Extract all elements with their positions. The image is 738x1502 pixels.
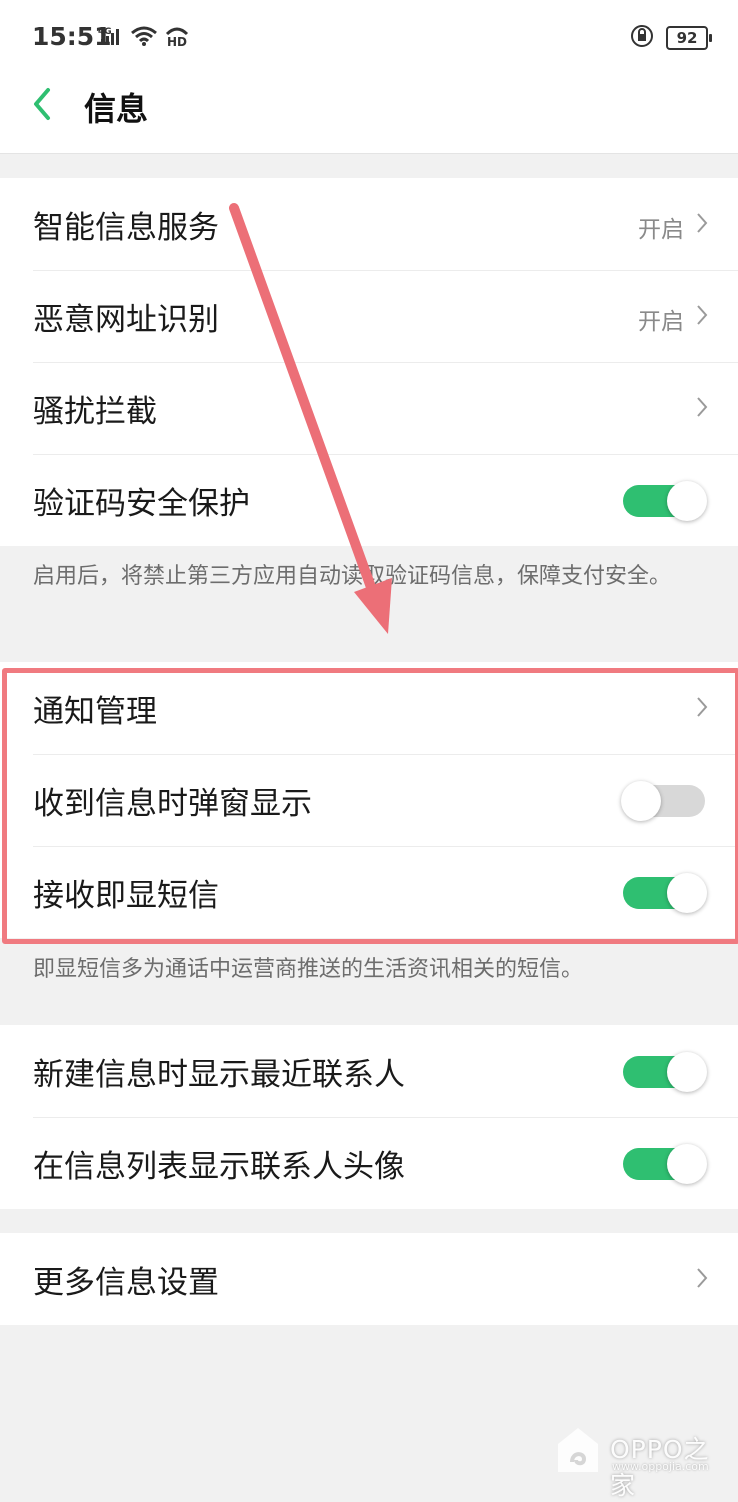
page-title: 信息 bbox=[84, 90, 149, 128]
row-label: 恶意网址识别 bbox=[33, 302, 219, 338]
row-label: 接收即显短信 bbox=[33, 878, 219, 914]
row-label: 骚扰拦截 bbox=[33, 394, 157, 430]
row-harassment-block[interactable]: 骚扰拦截 bbox=[0, 362, 738, 454]
verification-code-toggle[interactable] bbox=[623, 481, 707, 521]
oppo-home-logo-icon bbox=[558, 1428, 598, 1472]
wifi-icon bbox=[130, 25, 158, 47]
row-verification-code-protection: 验证码安全保护 bbox=[0, 454, 738, 546]
watermark: OPPO之家 www.oppojia.com bbox=[556, 1426, 726, 1500]
battery-icon: 92 bbox=[666, 26, 712, 50]
toggle-knob bbox=[667, 481, 707, 521]
flash-sms-toggle[interactable] bbox=[623, 873, 707, 913]
row-value: 开启 bbox=[638, 309, 684, 335]
chevron-right-icon bbox=[697, 397, 708, 417]
settings-group-notifications: 通知管理 收到信息时弹窗显示 接收即显短信 bbox=[0, 662, 738, 938]
back-button[interactable] bbox=[28, 84, 58, 124]
settings-group-more: 更多信息设置 bbox=[0, 1233, 738, 1325]
chevron-right-icon bbox=[697, 697, 708, 717]
row-value: 开启 bbox=[638, 217, 684, 243]
recent-contacts-toggle[interactable] bbox=[623, 1052, 707, 1092]
row-label: 验证码安全保护 bbox=[33, 486, 250, 522]
rotation-lock-icon bbox=[630, 24, 654, 52]
chevron-right-icon bbox=[697, 213, 708, 233]
row-show-recent-contacts: 新建信息时显示最近联系人 bbox=[0, 1025, 738, 1117]
row-show-contact-avatars: 在信息列表显示联系人头像 bbox=[0, 1117, 738, 1209]
nav-bar: 信息 bbox=[0, 76, 738, 154]
row-smart-message-service[interactable]: 智能信息服务 开启 bbox=[0, 178, 738, 270]
row-label: 通知管理 bbox=[33, 694, 157, 730]
settings-group-contacts: 新建信息时显示最近联系人 在信息列表显示联系人头像 bbox=[0, 1025, 738, 1209]
row-malicious-url-detection[interactable]: 恶意网址识别 开启 bbox=[0, 270, 738, 362]
status-icons: 4G HD bbox=[98, 24, 190, 48]
flash-sms-note: 即显短信多为通话中运营商推送的生活资讯相关的短信。 bbox=[33, 957, 584, 982]
chevron-right-icon bbox=[697, 305, 708, 325]
row-popup-on-receive: 收到信息时弹窗显示 bbox=[0, 754, 738, 846]
toggle-knob bbox=[621, 781, 661, 821]
row-more-message-settings[interactable]: 更多信息设置 bbox=[0, 1233, 738, 1325]
back-arrow-icon bbox=[34, 88, 50, 120]
settings-group-security: 智能信息服务 开启 恶意网址识别 开启 骚扰拦截 验证码安全保护 bbox=[0, 178, 738, 546]
row-label: 智能信息服务 bbox=[33, 210, 219, 246]
row-label: 收到信息时弹窗显示 bbox=[33, 786, 312, 822]
svg-text:HD: HD bbox=[167, 35, 187, 48]
row-label: 在信息列表显示联系人头像 bbox=[33, 1149, 405, 1185]
row-label: 新建信息时显示最近联系人 bbox=[33, 1057, 405, 1093]
row-label: 更多信息设置 bbox=[33, 1265, 219, 1301]
svg-text:4G: 4G bbox=[98, 27, 112, 37]
row-notification-management[interactable]: 通知管理 bbox=[0, 662, 738, 754]
toggle-knob bbox=[667, 873, 707, 913]
signal-icon: 4G bbox=[98, 25, 124, 47]
watermark-url: www.oppojia.com bbox=[612, 1460, 709, 1473]
chevron-right-icon bbox=[697, 1268, 708, 1288]
toggle-knob bbox=[667, 1144, 707, 1184]
popup-on-receive-toggle[interactable] bbox=[621, 781, 705, 821]
status-right: 92 bbox=[630, 24, 712, 52]
verification-code-note: 启用后，将禁止第三方应用自动读取验证码信息，保障支付安全。 bbox=[33, 564, 672, 589]
row-flash-sms: 接收即显短信 bbox=[0, 846, 738, 938]
status-bar: 15:51 4G HD 92 bbox=[0, 0, 738, 76]
toggle-knob bbox=[667, 1052, 707, 1092]
contact-avatars-toggle[interactable] bbox=[623, 1144, 707, 1184]
hd-call-icon: HD bbox=[164, 24, 190, 48]
